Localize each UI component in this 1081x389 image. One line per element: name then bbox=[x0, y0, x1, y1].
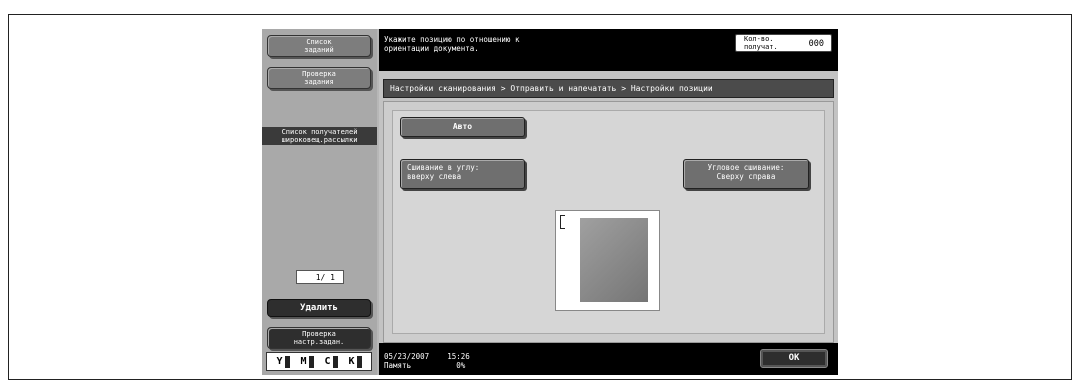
auto-button[interactable]: Авто bbox=[400, 117, 525, 137]
staple-mark-icon bbox=[560, 215, 565, 229]
document-image bbox=[580, 218, 648, 302]
sidebar: Список заданий Проверка задания Список п… bbox=[262, 29, 377, 375]
toner-c: C bbox=[324, 355, 338, 368]
breadcrumb: Настройки сканирования > Отправить и нап… bbox=[383, 79, 834, 98]
status-text: 05/23/2007 15:26 Память 0% bbox=[384, 352, 470, 370]
toner-m: M bbox=[300, 355, 314, 368]
job-list-button[interactable]: Список заданий bbox=[267, 35, 371, 57]
status-bar: 05/23/2007 15:26 Память 0% OK bbox=[379, 343, 838, 375]
job-check-button[interactable]: Проверка задания bbox=[267, 67, 371, 89]
toner-m-bar bbox=[308, 355, 314, 368]
control-panel: Список заданий Проверка задания Список п… bbox=[262, 29, 838, 375]
page-indicator: 1/ 1 bbox=[296, 270, 344, 284]
check-settings-button[interactable]: Проверка настр.задан. bbox=[267, 327, 371, 349]
corner-top-left-button[interactable]: Сшивание в углу: вверху слева bbox=[400, 159, 525, 189]
main-area: Настройки сканирования > Отправить и нап… bbox=[379, 71, 838, 375]
toner-k: K bbox=[348, 355, 362, 368]
datetime: 05/23/2007 15:26 bbox=[384, 352, 470, 361]
toner-levels: Y M C K bbox=[266, 352, 372, 371]
recipient-count-label: Кол-во. получат. bbox=[744, 35, 778, 51]
toner-y: Y bbox=[276, 355, 290, 368]
message-bar: Укажите позицию по отношению к ориентаци… bbox=[379, 29, 838, 71]
delete-button[interactable]: Удалить bbox=[267, 299, 371, 317]
recipient-count: Кол-во. получат. 000 bbox=[735, 34, 832, 52]
document-preview bbox=[555, 210, 660, 311]
toner-c-bar bbox=[332, 355, 338, 368]
corner-top-right-button[interactable]: Угловое сшивание: Сверху справа bbox=[683, 159, 809, 189]
instruction-text: Укажите позицию по отношению к ориентаци… bbox=[384, 35, 520, 53]
recipient-count-value: 000 bbox=[808, 39, 824, 49]
toner-y-bar bbox=[284, 355, 290, 368]
toner-k-bar bbox=[356, 355, 362, 368]
broadcast-list-label: Список получателей широковещ.рассылки bbox=[262, 127, 377, 145]
ok-button[interactable]: OK bbox=[760, 349, 828, 368]
memory-usage: Память 0% bbox=[384, 361, 466, 370]
